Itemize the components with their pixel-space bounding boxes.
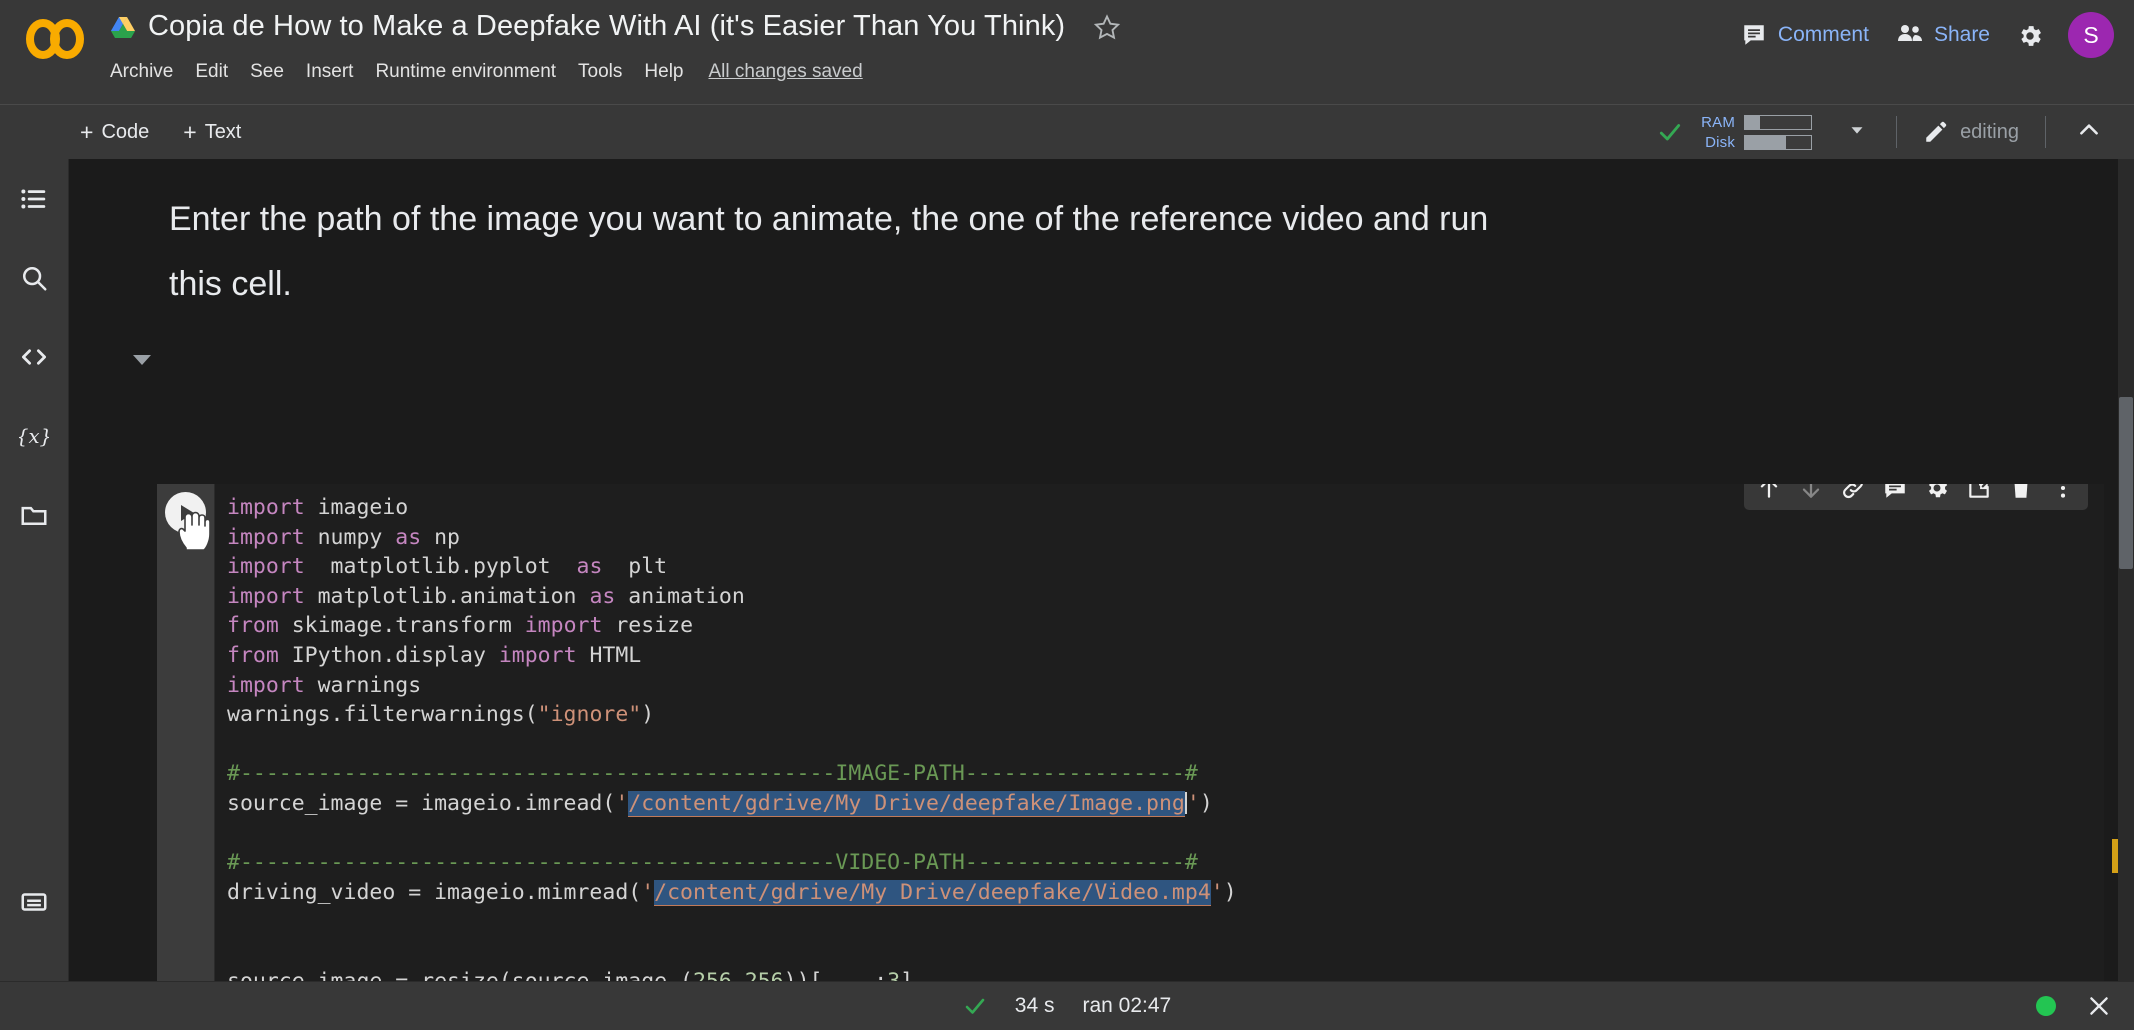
add-comment-icon[interactable] xyxy=(1874,484,1916,509)
chevron-up-icon[interactable] xyxy=(2062,111,2116,154)
editing-label: editing xyxy=(1960,121,2019,144)
page-scrollbar[interactable] xyxy=(2118,159,2134,981)
colab-logo[interactable] xyxy=(22,18,88,60)
add-text-cell-button[interactable]: + Text xyxy=(171,116,253,149)
video-path-value: /content/gdrive/My Drive/deepfake/Video.… xyxy=(654,880,1211,906)
star-outline-icon[interactable] xyxy=(1093,13,1121,41)
chevron-down-icon[interactable] xyxy=(1840,113,1874,152)
drive-icon xyxy=(110,15,136,39)
menu-runtime-environment[interactable]: Runtime environment xyxy=(364,58,567,86)
code-text-block: import imageio import numpy as np import… xyxy=(215,484,2134,981)
divider xyxy=(1896,116,1897,148)
share-label: Share xyxy=(1934,23,1990,47)
disk-bar-fill xyxy=(1745,136,1786,149)
cell-settings-icon[interactable] xyxy=(1916,484,1958,509)
page-title: Copia de How to Make a Deepfake With AI … xyxy=(148,10,1065,43)
divider xyxy=(2045,116,2046,148)
scrollbar-thumb[interactable] xyxy=(2119,397,2133,569)
markdown-text-cell[interactable]: Enter the path of the image you want to … xyxy=(69,159,2134,327)
video-path-comment: #---------------------------------------… xyxy=(227,850,1198,875)
disk-label: Disk xyxy=(1697,134,1735,151)
image-path-value: /content/gdrive/My Drive/deepfake/Image.… xyxy=(628,791,1185,817)
close-icon[interactable] xyxy=(2086,993,2112,1019)
caret-down-icon[interactable] xyxy=(133,355,151,365)
comment-icon xyxy=(1741,22,1767,48)
menu-insert[interactable]: Insert xyxy=(295,58,365,86)
execution-time: ran 02:47 xyxy=(1082,994,1171,1018)
move-cell-down-icon[interactable] xyxy=(1790,484,1832,509)
menu-tools[interactable]: Tools xyxy=(567,58,633,86)
gear-icon xyxy=(2016,22,2042,48)
notebook-canvas: Enter the path of the image you want to … xyxy=(69,159,2134,981)
document-title-row[interactable]: Copia de How to Make a Deepfake With AI … xyxy=(110,10,1121,43)
editing-mode-button[interactable]: editing xyxy=(1913,114,2029,150)
move-cell-up-icon[interactable] xyxy=(1748,484,1790,509)
text-cell-content: Enter the path of the image you want to … xyxy=(169,187,1699,317)
sidebar-item-search[interactable] xyxy=(10,254,58,302)
image-path-comment: #---------------------------------------… xyxy=(227,761,1198,786)
execution-duration: 34 s xyxy=(1015,994,1055,1018)
toolbar-right-group: RAM Disk xyxy=(1651,105,2116,159)
cell-action-toolbar xyxy=(1744,484,2088,510)
status-bar: 34 s ran 02:47 xyxy=(0,981,2134,1030)
settings-button[interactable] xyxy=(2004,14,2054,56)
ram-bar xyxy=(1744,115,1812,130)
app-header: Copia de How to Make a Deepfake With AI … xyxy=(0,0,2134,104)
ram-label: RAM xyxy=(1697,114,1735,131)
header-actions: Comment Share xyxy=(1727,12,2114,58)
sidebar-bottom-group xyxy=(0,878,68,957)
execution-status: 34 s ran 02:47 xyxy=(0,982,2134,1030)
save-status[interactable]: All changes saved xyxy=(708,61,862,83)
runtime-resources-button[interactable]: RAM Disk xyxy=(1651,111,1880,154)
code-editor[interactable]: import imageio import numpy as np import… xyxy=(214,484,2134,981)
add-code-label: Code xyxy=(101,121,149,144)
share-button[interactable]: Share xyxy=(1883,14,2004,56)
menu-bar: Archive Edit See Insert Runtime environm… xyxy=(110,58,863,86)
notebook-toolbar: + Code + Text RAM xyxy=(0,104,2134,159)
text-cell-line: Enter the path of the image you want to … xyxy=(169,187,1699,252)
resource-meters: RAM Disk xyxy=(1697,114,1812,151)
notebook-body: {x} xyxy=(0,159,2134,981)
code-cell-gutter xyxy=(157,484,214,981)
hand-pointer-cursor xyxy=(176,508,210,550)
comment-button[interactable]: Comment xyxy=(1727,14,1883,56)
link-to-cell-icon[interactable] xyxy=(1832,484,1874,509)
text-cell-line: this cell. xyxy=(169,252,1699,317)
add-text-label: Text xyxy=(205,121,242,144)
menu-see[interactable]: See xyxy=(239,58,295,86)
delete-cell-icon[interactable] xyxy=(2000,484,2042,509)
plus-icon: + xyxy=(183,121,196,144)
menu-help[interactable]: Help xyxy=(633,58,694,86)
add-code-cell-button[interactable]: + Code xyxy=(68,116,161,149)
ram-meter: RAM xyxy=(1697,114,1812,131)
disk-bar xyxy=(1744,135,1812,150)
avatar[interactable]: S xyxy=(2068,12,2114,58)
svg-text:{x}: {x} xyxy=(19,425,49,448)
pencil-icon xyxy=(1923,119,1949,145)
comment-label: Comment xyxy=(1778,23,1869,47)
mirror-cell-icon[interactable] xyxy=(1958,484,2000,509)
check-icon xyxy=(1657,119,1683,145)
check-icon xyxy=(963,994,987,1018)
code-source[interactable]: import imageio import numpy as np import… xyxy=(227,493,2134,981)
sidebar-item-code-snippets[interactable] xyxy=(10,333,58,381)
more-options-icon[interactable] xyxy=(2042,484,2084,509)
sidebar-item-table-of-contents[interactable] xyxy=(10,175,58,223)
menu-edit[interactable]: Edit xyxy=(184,58,239,86)
colab-app: Copia de How to Make a Deepfake With AI … xyxy=(0,0,2134,1030)
code-cell: import imageio import numpy as np import… xyxy=(157,484,2134,981)
disk-meter: Disk xyxy=(1697,134,1812,151)
ram-bar-fill xyxy=(1745,116,1760,129)
plus-icon: + xyxy=(80,121,93,144)
sidebar-item-files[interactable] xyxy=(10,491,58,539)
terminal-icon[interactable] xyxy=(10,878,58,926)
people-icon xyxy=(1897,22,1923,48)
sidebar-item-variables[interactable]: {x} xyxy=(10,412,58,460)
connected-dot[interactable] xyxy=(2036,996,2056,1016)
add-cell-group: + Code + Text xyxy=(68,105,253,159)
status-bar-right xyxy=(2036,982,2112,1030)
menu-archive[interactable]: Archive xyxy=(110,58,184,86)
left-sidebar: {x} xyxy=(0,159,69,981)
